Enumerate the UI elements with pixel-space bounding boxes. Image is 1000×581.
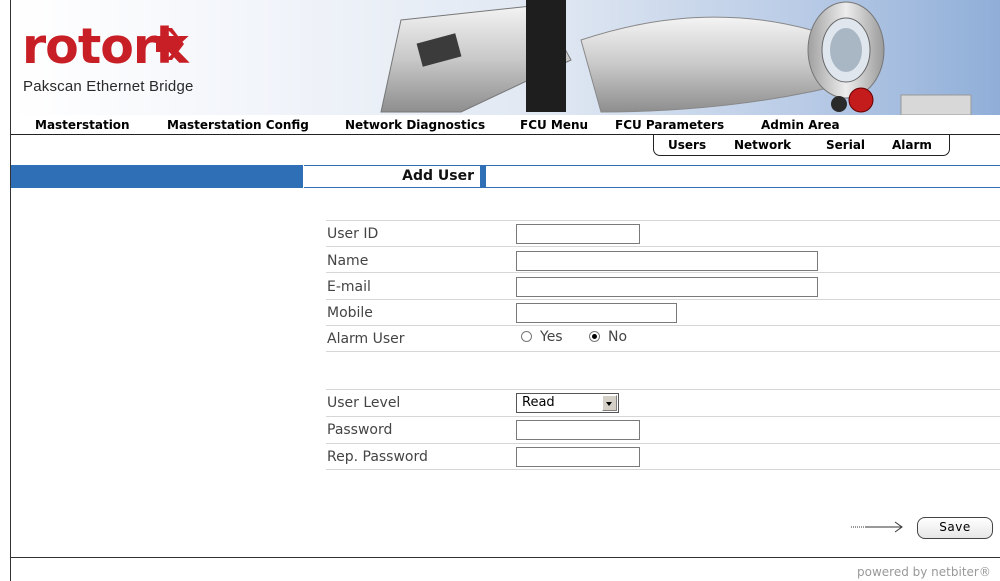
form-divider [326, 469, 1000, 470]
form-divider [326, 325, 1000, 326]
dotted-arrow-icon [851, 521, 903, 533]
alarm-yes-radio[interactable] [521, 331, 532, 342]
save-button[interactable]: Save [917, 517, 993, 539]
password-input[interactable] [516, 420, 640, 440]
chevron-down-icon[interactable] [602, 395, 617, 411]
nav-admin-area[interactable]: Admin Area [761, 118, 840, 132]
password-label: Password [327, 422, 393, 438]
email-label: E-mail [327, 279, 371, 295]
page-frame: rotork Pakscan Ethernet Bridge Mastersta… [10, 0, 1000, 581]
subnav-network[interactable]: Network [734, 138, 791, 152]
form-divider [326, 416, 1000, 417]
nav-masterstation-config[interactable]: Masterstation Config [167, 118, 309, 132]
title-bar-accent [11, 165, 303, 188]
user-level-label: User Level [327, 395, 401, 411]
title-bar: Add User [11, 165, 1000, 188]
logo-arrow-icon [156, 28, 184, 60]
form-divider [326, 351, 1000, 352]
powered-by-text: powered by netbiter® [857, 565, 991, 579]
user-id-label: User ID [327, 226, 379, 242]
admin-subnav: Users Network Serial Alarm [653, 135, 950, 156]
page-title-box: Add User [304, 165, 481, 188]
form-divider [326, 389, 1000, 390]
subnav-users[interactable]: Users [668, 138, 706, 152]
main-nav: Masterstation Masterstation Config Netwo… [11, 116, 1000, 135]
nav-network-diagnostics[interactable]: Network Diagnostics [345, 118, 485, 132]
nav-masterstation[interactable]: Masterstation [35, 118, 130, 132]
nav-fcu-parameters[interactable]: FCU Parameters [615, 118, 724, 132]
footer-divider [11, 557, 1000, 558]
subnav-serial[interactable]: Serial [826, 138, 865, 152]
alarm-user-label: Alarm User [327, 331, 405, 347]
rep-password-label: Rep. Password [327, 449, 428, 465]
user-level-value: Read [522, 395, 555, 410]
alarm-no-radio[interactable] [589, 331, 600, 342]
user-id-input[interactable] [516, 224, 640, 244]
name-label: Name [327, 253, 369, 269]
mobile-input[interactable] [516, 303, 677, 323]
name-input[interactable] [516, 251, 818, 271]
rep-password-input[interactable] [516, 447, 640, 467]
form-divider [326, 272, 1000, 273]
user-level-select[interactable]: Read [516, 393, 619, 413]
nav-fcu-menu[interactable]: FCU Menu [520, 118, 588, 132]
form-divider [326, 220, 1000, 221]
header-banner: rotork Pakscan Ethernet Bridge [11, 0, 1000, 115]
page-title: Add User [402, 168, 474, 184]
alarm-yes-label: Yes [540, 329, 563, 345]
mobile-label: Mobile [327, 305, 373, 321]
actuator-image [380, 0, 972, 115]
title-bar-fill [486, 165, 1000, 188]
form-divider [326, 299, 1000, 300]
product-tagline: Pakscan Ethernet Bridge [23, 78, 194, 95]
form-divider [326, 443, 1000, 444]
email-input[interactable] [516, 277, 818, 297]
form-divider [326, 246, 1000, 247]
subnav-alarm[interactable]: Alarm [892, 138, 932, 152]
alarm-no-label: No [608, 329, 628, 345]
